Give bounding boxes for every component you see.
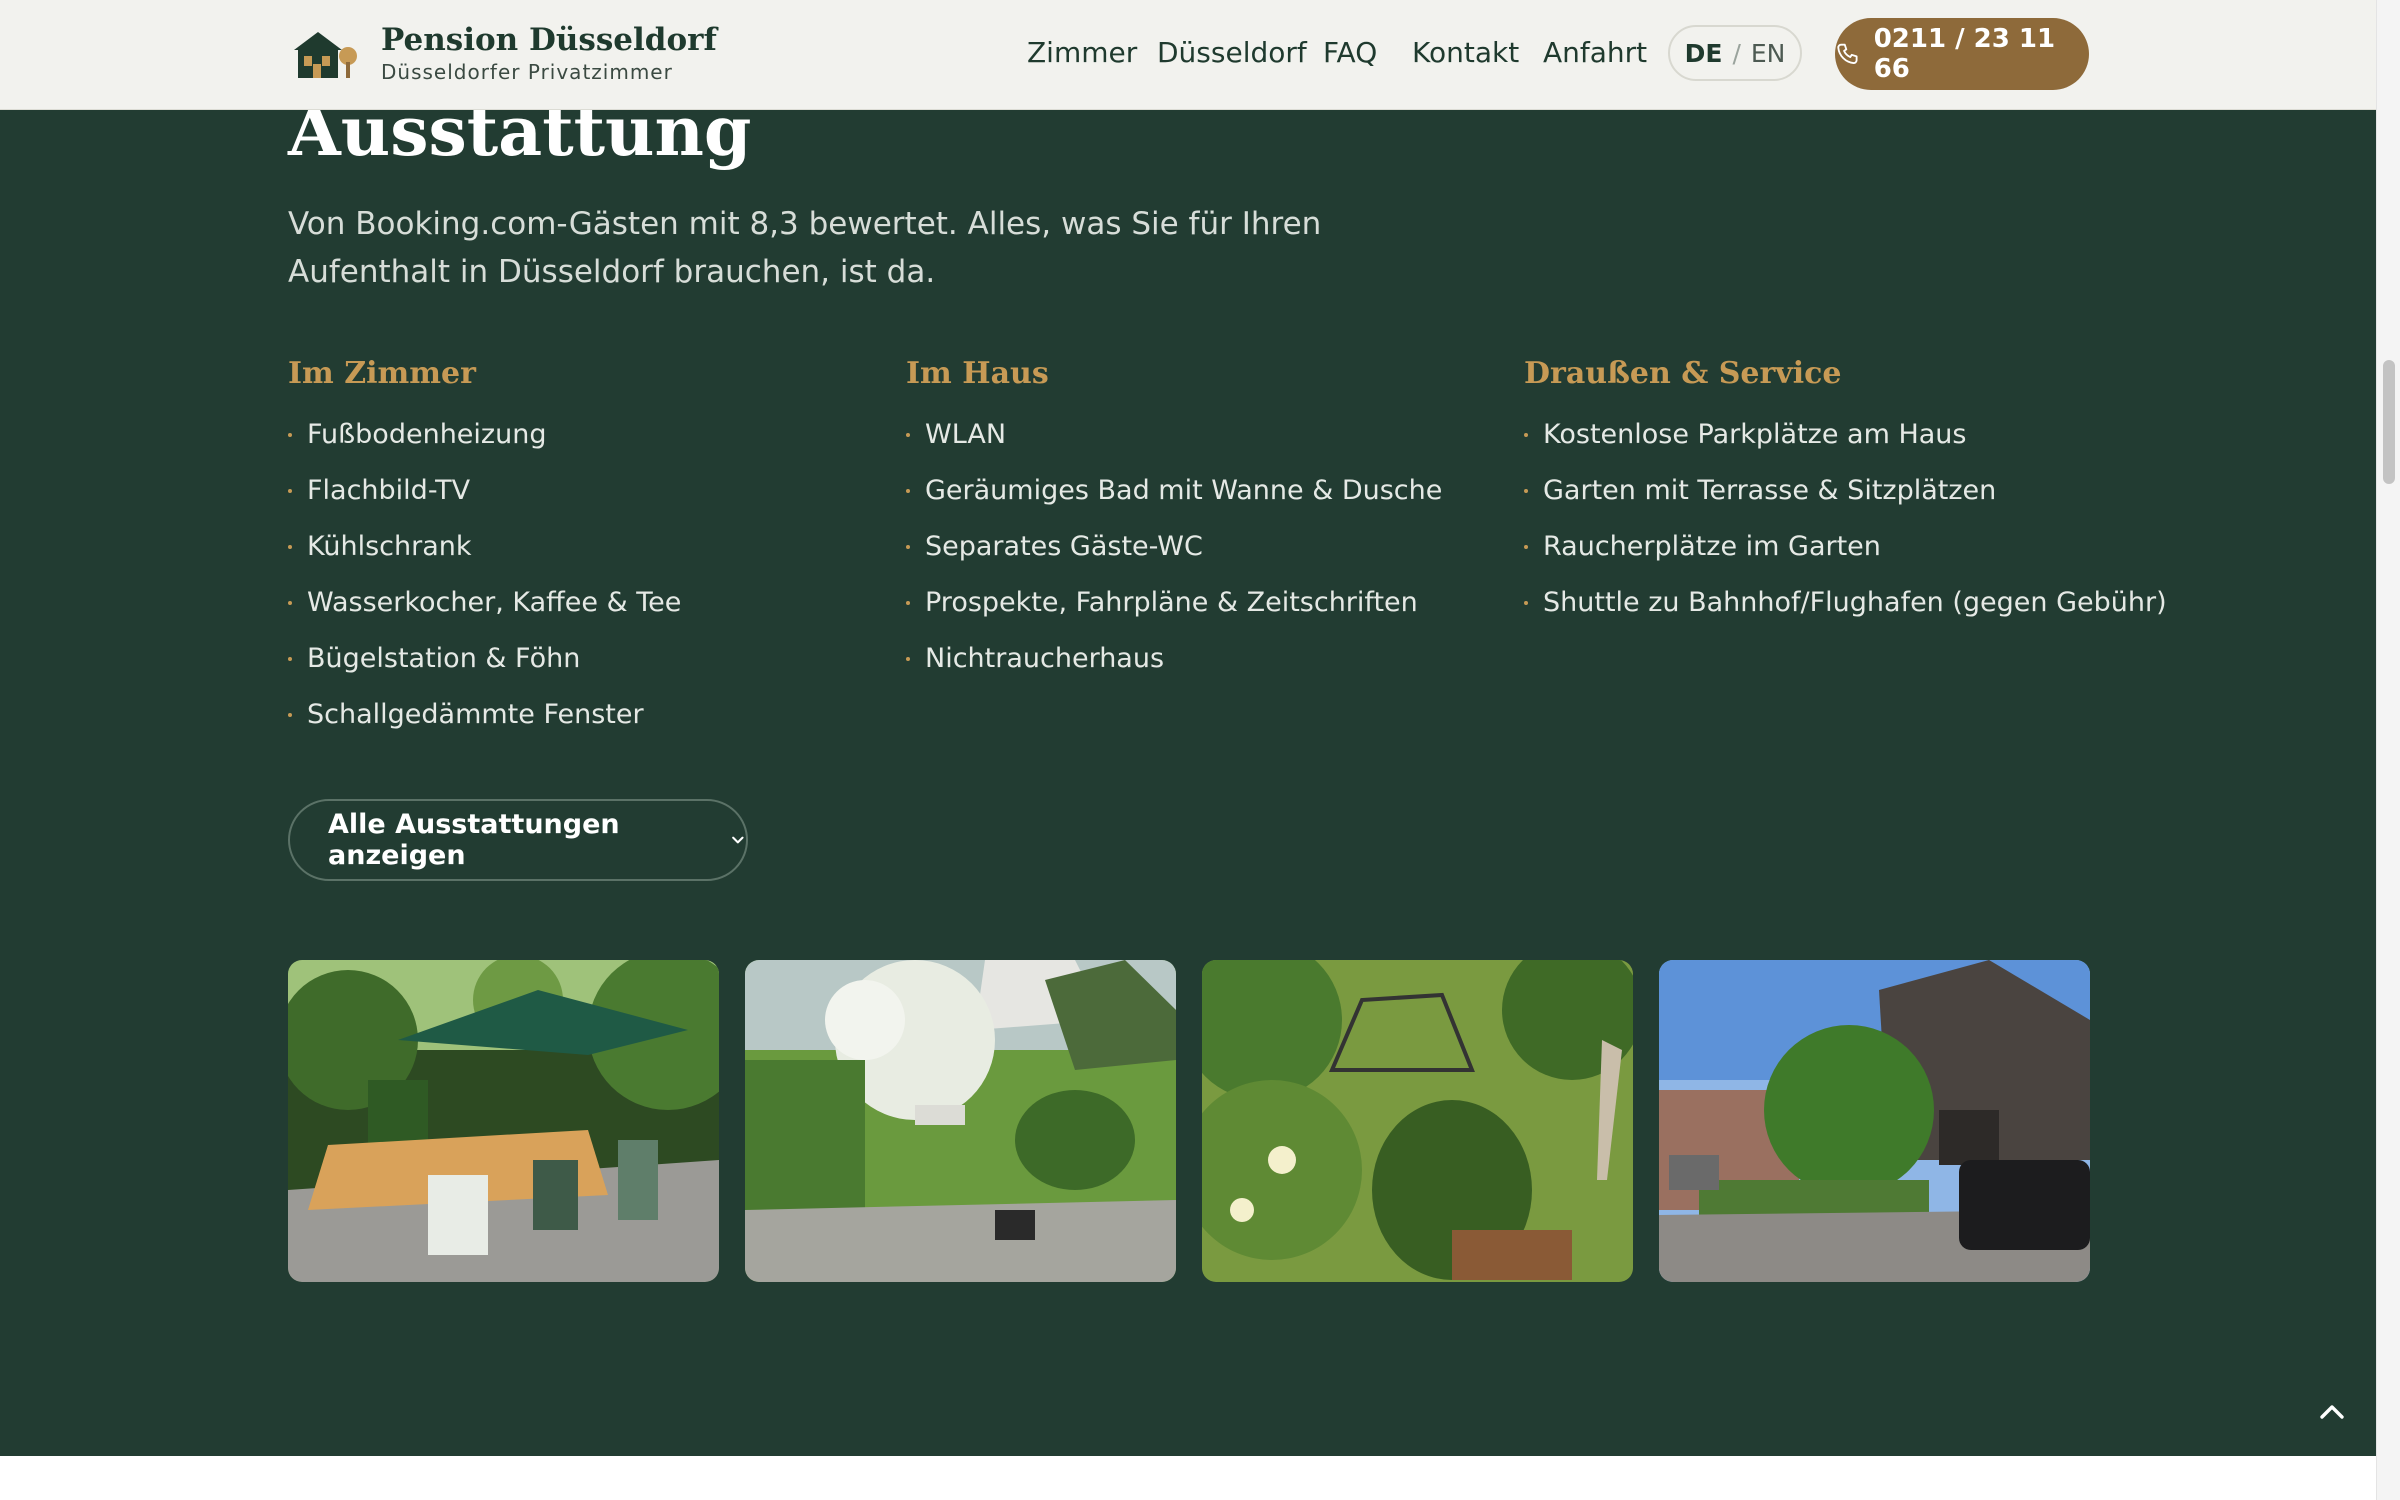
list-item: Shuttle zu Bahnhof/Flughafen (gegen Gebü… — [1524, 585, 2167, 641]
photo-terrace-image — [288, 960, 719, 1282]
list-item: Geräumiges Bad mit Wanne & Dusche — [906, 473, 1442, 529]
lang-en[interactable]: EN — [1751, 39, 1786, 68]
gallery-photo-terrace[interactable] — [288, 960, 719, 1282]
site-header: Pension Düsseldorf Düsseldorfer Privatzi… — [0, 0, 2376, 110]
nav-item-kontakt[interactable]: Kontakt — [1412, 36, 1519, 69]
scrollbar-thumb[interactable] — [2383, 360, 2395, 484]
column-im-zimmer: Im Zimmer Fußbodenheizung Flachbild-TV K… — [288, 356, 681, 753]
nav-item-anfahrt[interactable]: Anfahrt — [1543, 36, 1647, 69]
chevron-down-icon — [732, 836, 744, 844]
amenity-list: Fußbodenheizung Flachbild-TV Kühlschrank… — [288, 417, 681, 753]
phone-number: 0211 / 23 11 66 — [1873, 24, 2056, 84]
phone-button[interactable]: 0211 / 23 11 66 — [1835, 18, 2089, 90]
amenities-section: Ausstattung Von Booking.com-Gästen mit 8… — [0, 0, 2376, 1456]
brand-name[interactable]: Pension Düsseldorf — [381, 22, 717, 58]
list-item: Kühlschrank — [288, 529, 681, 585]
section-intro: Von Booking.com-Gästen mit 8,3 bewertet.… — [288, 206, 1322, 290]
lang-de[interactable]: DE — [1685, 39, 1723, 68]
list-item: Schallgedämmte Fenster — [288, 697, 681, 753]
list-item: Garten mit Terrasse & Sitzplätzen — [1524, 473, 2167, 529]
column-draussen-service: Draußen & Service Kostenlose Parkplätze … — [1524, 356, 2167, 641]
list-item: Wasserkocher, Kaffee & Tee — [288, 585, 681, 641]
language-switcher: DE / EN — [1668, 25, 1802, 81]
column-title: Im Haus — [906, 356, 1049, 391]
column-im-haus: Im Haus WLAN Geräumiges Bad mit Wanne & … — [906, 356, 1442, 697]
photo-house-image — [1659, 960, 2090, 1282]
gallery-photo-swing[interactable] — [1202, 960, 1633, 1282]
show-all-label: Alle Ausstattungen anzeigen — [328, 809, 620, 871]
lang-separator: / — [1732, 38, 1741, 68]
nav-item-faq[interactable]: FAQ — [1323, 36, 1377, 69]
chevron-up-icon — [2320, 1405, 2344, 1419]
brand-subtitle: Düsseldorfer Privatzimmer — [381, 60, 673, 84]
phone-icon — [1837, 43, 1858, 64]
nav-item-duesseldorf[interactable]: Düsseldorf — [1157, 36, 1307, 69]
list-item: Nichtraucherhaus — [906, 641, 1442, 697]
house-logo-icon[interactable] — [290, 28, 358, 80]
amenity-list: Kostenlose Parkplätze am Haus Garten mit… — [1524, 417, 2167, 641]
list-item: Flachbild-TV — [288, 473, 681, 529]
page: Ausstattung Von Booking.com-Gästen mit 8… — [0, 0, 2376, 1500]
gallery-photo-house[interactable] — [1659, 960, 2090, 1282]
show-all-amenities-button[interactable]: Alle Ausstattungen anzeigen — [288, 799, 748, 881]
nav-item-zimmer[interactable]: Zimmer — [1027, 36, 1137, 69]
scroll-to-top-button[interactable] — [2290, 1370, 2374, 1454]
list-item: Prospekte, Fahrpläne & Zeitschriften — [906, 585, 1442, 641]
list-item: WLAN — [906, 417, 1442, 473]
column-title: Im Zimmer — [288, 356, 476, 391]
list-item: Bügelstation & Föhn — [288, 641, 681, 697]
photo-garden-image — [745, 960, 1176, 1282]
list-item: Fußbodenheizung — [288, 417, 681, 473]
list-item: Raucherplätze im Garten — [1524, 529, 2167, 585]
gallery-photo-garden[interactable] — [745, 960, 1176, 1282]
vertical-scrollbar[interactable] — [2376, 0, 2400, 1500]
column-title: Draußen & Service — [1524, 356, 1842, 391]
list-item: Separates Gäste-WC — [906, 529, 1442, 585]
amenity-list: WLAN Geräumiges Bad mit Wanne & Dusche S… — [906, 417, 1442, 697]
page-bottom — [0, 1456, 2376, 1500]
photo-swing-image — [1202, 960, 1633, 1282]
list-item: Kostenlose Parkplätze am Haus — [1524, 417, 2167, 473]
